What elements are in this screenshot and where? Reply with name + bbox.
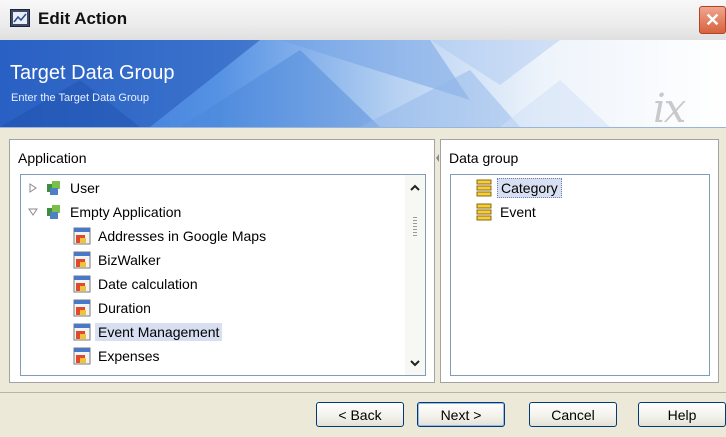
application-panel: Application User Empty Application Addre… [9,139,435,383]
title-bar[interactable]: Edit Action ✕ [0,0,726,41]
tree-item-addresses-in-google-maps[interactable]: Addresses in Google Maps [73,225,269,247]
scroll-down-button[interactable] [407,355,423,371]
footer-divider [0,392,726,393]
data-group-header: Data group [449,150,519,166]
data-group-label: Category [497,178,562,198]
next-button[interactable]: Next > [417,402,505,427]
application-icon [45,203,63,221]
tree-item-label: Date calculation [98,276,198,292]
data-group-item-event[interactable]: Event [475,201,539,223]
close-button[interactable]: ✕ [699,6,726,34]
help-button[interactable]: Help [638,402,726,427]
scroll-up-button[interactable] [407,179,423,195]
ix-logo: ix [653,86,686,128]
application-tree[interactable]: User Empty Application Addresses in Goog… [20,174,426,376]
tree-item-duration[interactable]: Duration [73,297,154,319]
form-icon [73,323,91,341]
banner-subtitle: Enter the Target Data Group [11,92,149,104]
edit-action-dialog: Edit Action ✕ Target Data Group Enter th… [0,0,726,437]
chevron-down-icon [410,359,420,366]
scroll-thumb-grip[interactable] [413,217,417,237]
tree-item-label: Expenses [98,348,160,364]
tree-item-label: Addresses in Google Maps [98,228,267,244]
form-icon [73,347,91,365]
tree-item-empty-application[interactable]: Empty Application [27,201,184,223]
user-app-icon [45,179,63,197]
form-icon [73,227,91,245]
tree-item-label: Empty Application [70,204,182,220]
tree-item-label: Event Management [95,323,223,341]
form-icon [73,275,91,293]
tree-item-label: Duration [98,300,151,316]
data-group-label: Event [500,204,536,220]
tree-item-user[interactable]: User [27,177,103,199]
window-title: Edit Action [38,9,128,28]
banner-title: Target Data Group [10,62,175,84]
tree-item-expenses[interactable]: Expenses [73,345,162,367]
expand-arrow-icon[interactable] [27,182,39,194]
vertical-scrollbar[interactable] [405,175,425,375]
tree-item-label: User [70,180,100,196]
close-icon: ✕ [704,9,721,30]
chevron-up-icon [410,184,420,191]
cancel-button[interactable]: Cancel [529,402,617,427]
database-icon [475,179,493,197]
back-button[interactable]: < Back [316,402,404,427]
wizard-banner: Target Data Group Enter the Target Data … [0,40,726,128]
tree-item-label: BizWalker [98,252,161,268]
form-icon [73,251,91,269]
tree-item-bizwalker[interactable]: BizWalker [73,249,164,271]
database-icon [475,203,493,221]
data-group-panel: Data group Category Event [440,139,719,383]
data-group-item-category[interactable]: Category [475,177,562,199]
collapse-arrow-icon[interactable] [27,206,39,218]
data-group-list[interactable]: Category Event [450,174,710,376]
app-icon [10,9,30,27]
application-header: Application [18,150,87,166]
form-icon [73,299,91,317]
tree-item-date-calculation[interactable]: Date calculation [73,273,201,295]
tree-item-event-management[interactable]: Event Management [73,321,223,343]
